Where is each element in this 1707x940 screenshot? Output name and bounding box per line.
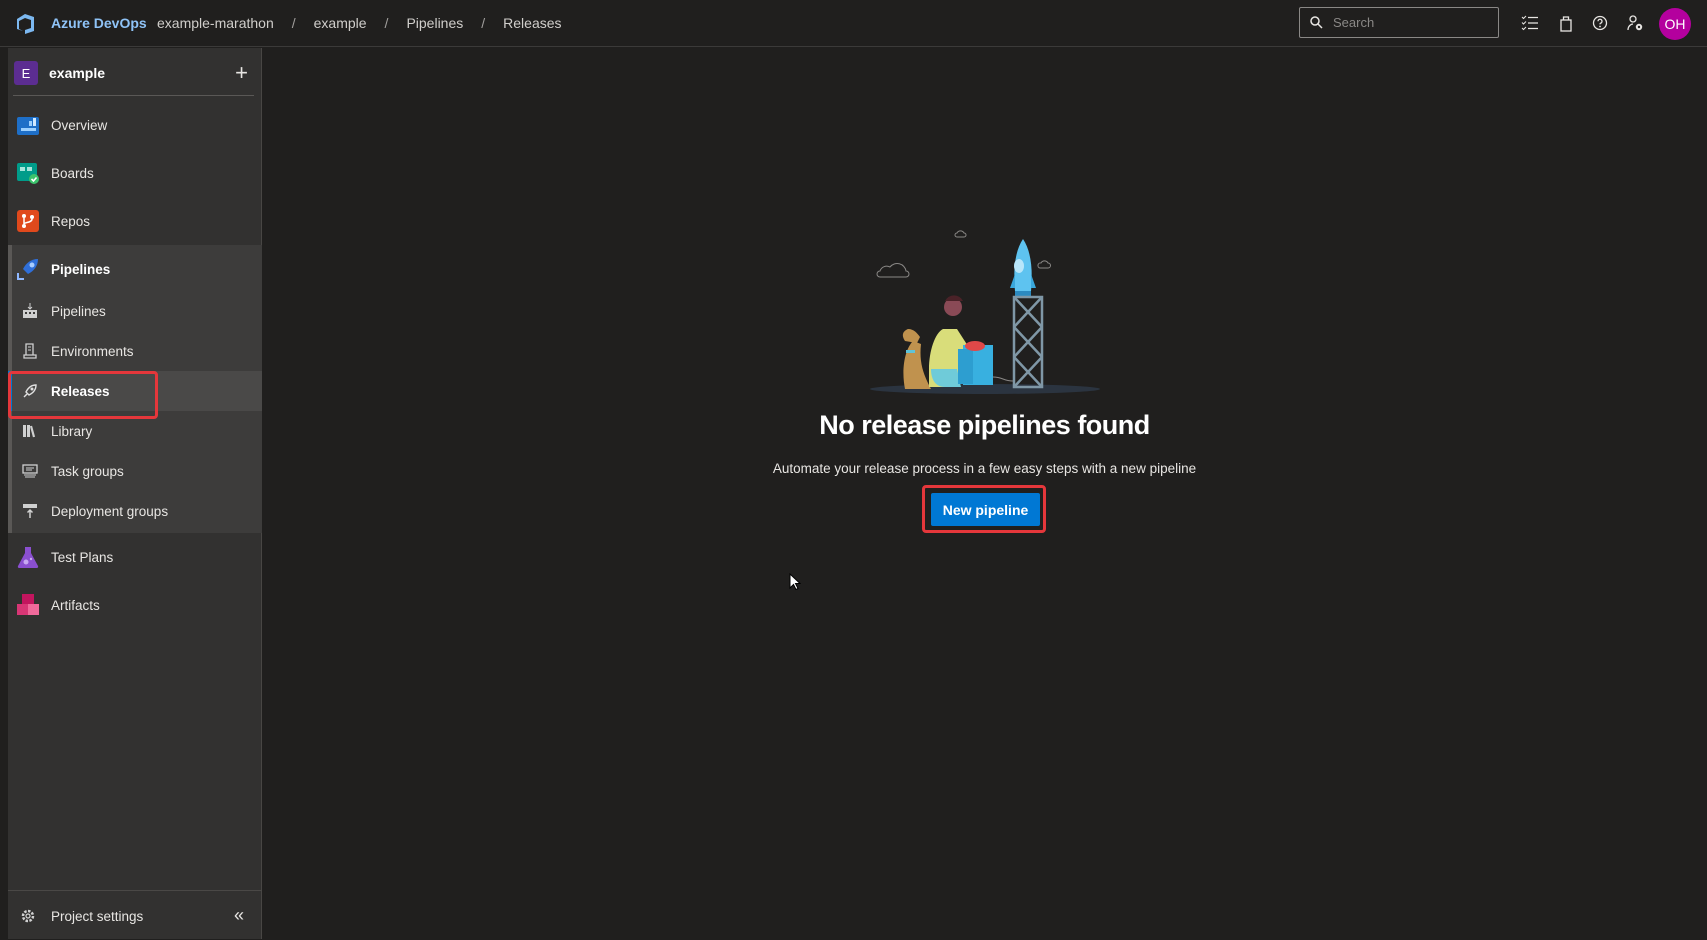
repos-icon	[16, 209, 40, 233]
sidebar-item-pipelines[interactable]: Pipelines	[8, 247, 262, 291]
sidebar-subitem-pipelines[interactable]: Pipelines	[8, 291, 262, 331]
project-header[interactable]: E example +	[14, 58, 254, 88]
marketplace-bag-icon[interactable]	[1556, 13, 1576, 33]
search-box[interactable]	[1299, 7, 1499, 38]
sidebar: E example + Overview Boards Repos Pipeli…	[8, 48, 262, 939]
sidebar-item-label: Repos	[51, 213, 91, 229]
sidebar-item-label: Overview	[51, 117, 108, 133]
search-input[interactable]	[1333, 15, 1483, 30]
sidebar-item-repos[interactable]: Repos	[8, 199, 262, 243]
top-bar: Azure DevOps example-marathon / example …	[0, 0, 1707, 47]
highlight-box	[922, 485, 1046, 533]
breadcrumb-org[interactable]: example-marathon	[157, 15, 274, 31]
deployment-groups-icon	[20, 501, 40, 521]
test-plans-icon	[16, 545, 40, 569]
empty-state-illustration	[870, 230, 1100, 394]
boards-icon	[16, 161, 40, 185]
divider	[13, 95, 254, 96]
help-icon[interactable]	[1590, 13, 1610, 33]
brand-link[interactable]: Azure DevOps	[51, 15, 147, 31]
sidebar-item-label: Deployment groups	[51, 503, 169, 519]
project-settings-button[interactable]: Project settings	[8, 894, 262, 938]
sidebar-item-label: Boards	[51, 165, 94, 181]
mouse-cursor-icon	[789, 573, 801, 591]
sidebar-item-label: Task groups	[51, 463, 124, 479]
sidebar-item-boards[interactable]: Boards	[8, 151, 262, 195]
project-badge: E	[14, 61, 38, 85]
sidebar-item-label: Pipelines	[51, 261, 111, 277]
environments-icon	[20, 341, 40, 361]
sidebar-item-label: Artifacts	[51, 597, 100, 613]
library-icon	[20, 421, 40, 441]
breadcrumb-project[interactable]: example	[314, 15, 367, 31]
search-icon	[1310, 16, 1323, 29]
sidebar-item-label: Library	[51, 423, 93, 439]
azure-devops-logo-icon[interactable]	[14, 12, 38, 36]
breadcrumb-separator: /	[291, 15, 296, 31]
artifacts-icon	[16, 593, 40, 617]
breadcrumb-releases[interactable]: Releases	[503, 15, 561, 31]
sidebar-subitem-deployment-groups[interactable]: Deployment groups	[8, 491, 262, 531]
sidebar-item-label: Project settings	[51, 908, 144, 924]
sidebar-item-label: Test Plans	[51, 549, 114, 565]
task-groups-icon	[20, 461, 40, 481]
project-name[interactable]: example	[49, 65, 105, 81]
project-settings[interactable]: Project settings «	[8, 890, 262, 940]
sidebar-item-label: Environments	[51, 343, 134, 359]
avatar[interactable]: OH	[1659, 8, 1691, 40]
add-icon[interactable]: +	[235, 60, 248, 86]
breadcrumb-pipelines[interactable]: Pipelines	[406, 15, 463, 31]
sidebar-subitem-environments[interactable]: Environments	[8, 331, 262, 371]
sidebar-item-test-plans[interactable]: Test Plans	[8, 535, 262, 579]
pipelines-icon	[16, 257, 40, 281]
work-items-icon[interactable]	[1520, 13, 1540, 33]
breadcrumb: example-marathon / example / Pipelines /…	[157, 15, 562, 31]
empty-state-title: No release pipelines found	[819, 410, 1150, 440]
empty-state-subtitle: Automate your release process in a few e…	[772, 461, 1197, 476]
sidebar-item-artifacts[interactable]: Artifacts	[8, 583, 262, 627]
collapse-sidebar-icon[interactable]: «	[234, 905, 244, 926]
pipelines-sub-icon	[20, 301, 40, 321]
breadcrumb-separator: /	[384, 15, 389, 31]
overview-icon	[16, 113, 40, 137]
sidebar-item-overview[interactable]: Overview	[8, 103, 262, 147]
sidebar-item-label: Pipelines	[51, 303, 106, 319]
user-settings-icon[interactable]	[1625, 13, 1645, 33]
breadcrumb-separator: /	[481, 15, 486, 31]
gear-icon	[16, 904, 40, 928]
